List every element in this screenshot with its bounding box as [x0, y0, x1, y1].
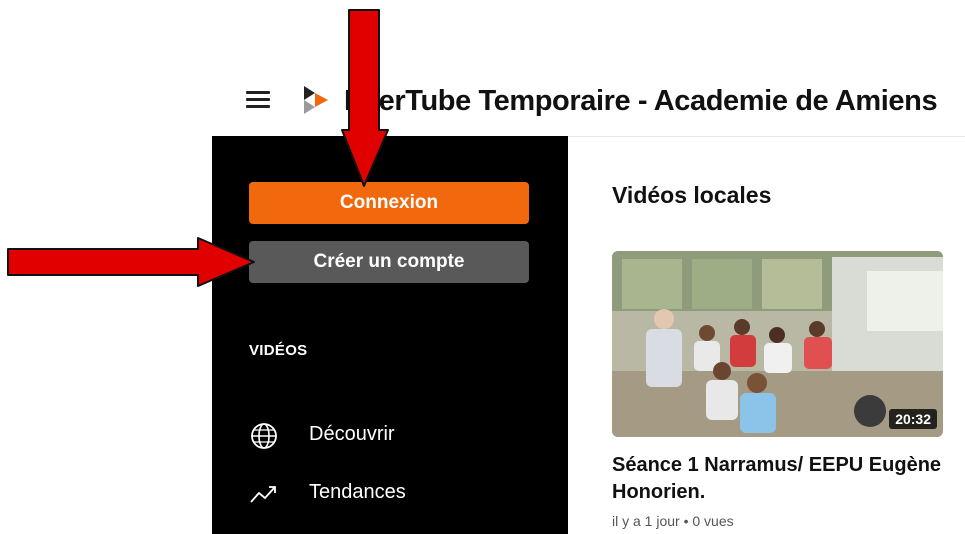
create-account-button[interactable]: Créer un compte	[249, 241, 529, 283]
sidebar-item-trending[interactable]: Tendances	[249, 476, 509, 512]
video-meta: il y a 1 jour • 0 vues	[612, 513, 734, 529]
trending-up-icon	[249, 480, 279, 508]
sidebar-item-label: Tendances	[309, 481, 406, 503]
sidebar-item-label: Découvrir	[309, 423, 395, 445]
sidebar-item-discover[interactable]: Découvrir	[249, 418, 509, 454]
login-button[interactable]: Connexion	[249, 182, 529, 224]
globe-icon	[249, 422, 279, 450]
app-title[interactable]: PeerTube Temporaire - Academie de Amiens	[344, 82, 938, 120]
header-divider	[568, 136, 965, 137]
video-duration: 20:32	[889, 409, 937, 429]
section-heading: Vidéos locales	[612, 182, 772, 208]
peertube-logo-icon[interactable]	[302, 84, 332, 116]
video-title[interactable]: Séance 1 Narramus/ EEPU Eugène Honorien.	[612, 452, 942, 506]
sidebar: Connexion Créer un compte VIDÉOS Découvr…	[212, 136, 568, 534]
hamburger-menu-icon[interactable]	[246, 90, 270, 110]
video-thumbnail[interactable]: 20:32	[612, 251, 943, 437]
sidebar-section-title: VIDÉOS	[249, 342, 308, 359]
